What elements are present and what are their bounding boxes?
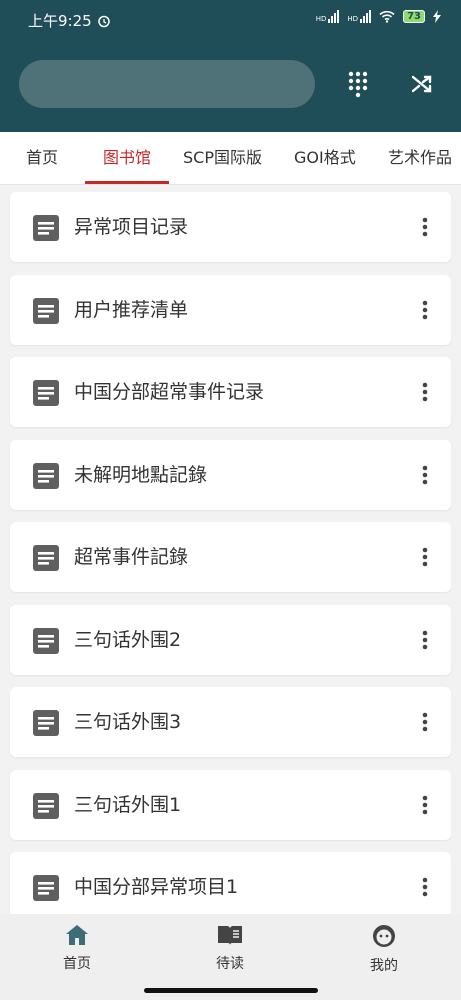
document-icon [33,462,59,489]
more-vertical-icon[interactable] [421,877,429,897]
wifi-icon [379,10,395,23]
status-icons: HD HD 73 [316,10,441,23]
more-vertical-icon[interactable] [421,300,429,320]
list-item[interactable]: 中国分部超常事件记录 [10,357,451,427]
signal-2-icon: HD [347,10,372,23]
more-vertical-icon[interactable] [421,547,429,567]
tab-goi-format[interactable]: GOI格式 [294,132,356,184]
more-vertical-icon[interactable] [421,630,429,650]
list-item-title: 三句话外围2 [74,628,182,651]
more-vertical-icon[interactable] [421,465,429,485]
list-item-title: 中国分部超常事件记录 [74,381,265,403]
shuffle-button[interactable] [404,66,440,102]
category-tabs: 首页 图书馆 SCP国际版 GOI格式 艺术作品 [0,132,461,185]
list-item[interactable]: 中国分部异常项目1 [10,852,451,922]
dialpad-icon [348,71,368,98]
more-vertical-icon[interactable] [421,217,429,237]
list-item[interactable]: 用户推荐清单 [10,274,451,345]
document-icon [33,297,59,324]
document-icon [33,380,59,406]
status-bar: 上午9:25 HD HD 73 [0,0,461,36]
alarm-icon [97,15,110,27]
list-item[interactable]: 三句话外围1 [10,769,451,840]
nav-mine-label: 我的 [370,958,398,974]
active-tab-indicator [85,181,169,184]
list-item-title: 异常项目记录 [74,216,189,238]
system-home-indicator[interactable] [144,988,318,993]
tab-artwork[interactable]: 艺术作品 [388,132,452,184]
list-item[interactable]: 异常项目记录 [10,192,451,262]
list-item[interactable]: 三句话外围3 [10,687,451,757]
dialpad-button[interactable] [340,66,376,102]
shuffle-icon [411,75,432,93]
list-item[interactable]: 未解明地點記錄 [10,439,451,510]
more-vertical-icon[interactable] [421,795,429,815]
library-list: 异常项目记录 用户推荐清单 中国分部超常事件记录 未解明地點記錄 超常事件記錄 … [10,192,451,935]
list-item-title: 三句话外围3 [74,711,182,733]
status-time: 上午9:25 [28,12,92,30]
nav-mine[interactable]: 我的 [344,924,424,975]
document-icon [33,215,59,241]
document-icon [33,875,59,901]
more-vertical-icon[interactable] [421,382,429,402]
charging-icon [433,10,441,23]
face-icon [373,925,395,947]
list-item[interactable]: 三句话外围2 [10,604,451,675]
list-item-title: 未解明地點記錄 [74,463,208,486]
nav-home[interactable]: 首页 [37,924,117,973]
nav-to-read[interactable]: 待读 [190,924,270,973]
home-icon [66,925,88,945]
network-2-label: HD [347,15,359,23]
nav-home-label: 首页 [63,956,91,972]
battery-indicator: 73 [403,10,425,23]
signal-1-icon: HD [316,10,340,23]
list-item[interactable]: 超常事件記錄 [10,522,451,592]
document-icon [33,545,59,571]
list-item-title: 用户推荐清单 [74,298,189,321]
document-icon [33,710,59,736]
app-bar [0,36,461,132]
network-1-label: HD [315,15,327,23]
tab-library[interactable]: 图书馆 [103,132,151,184]
list-item-title: 中国分部异常项目1 [74,876,239,898]
search-input[interactable] [19,60,315,108]
list-item-title: 三句话外围1 [74,793,182,816]
status-time-group: 上午9:25 [28,10,111,31]
list-item-title: 超常事件記錄 [74,546,189,568]
tab-scp-international[interactable]: SCP国际版 [183,132,262,184]
more-vertical-icon[interactable] [421,712,429,732]
document-icon [33,792,59,819]
nav-to-read-label: 待读 [216,956,244,972]
document-icon [33,627,59,654]
book-icon [218,926,242,945]
tab-home[interactable]: 首页 [26,132,58,184]
